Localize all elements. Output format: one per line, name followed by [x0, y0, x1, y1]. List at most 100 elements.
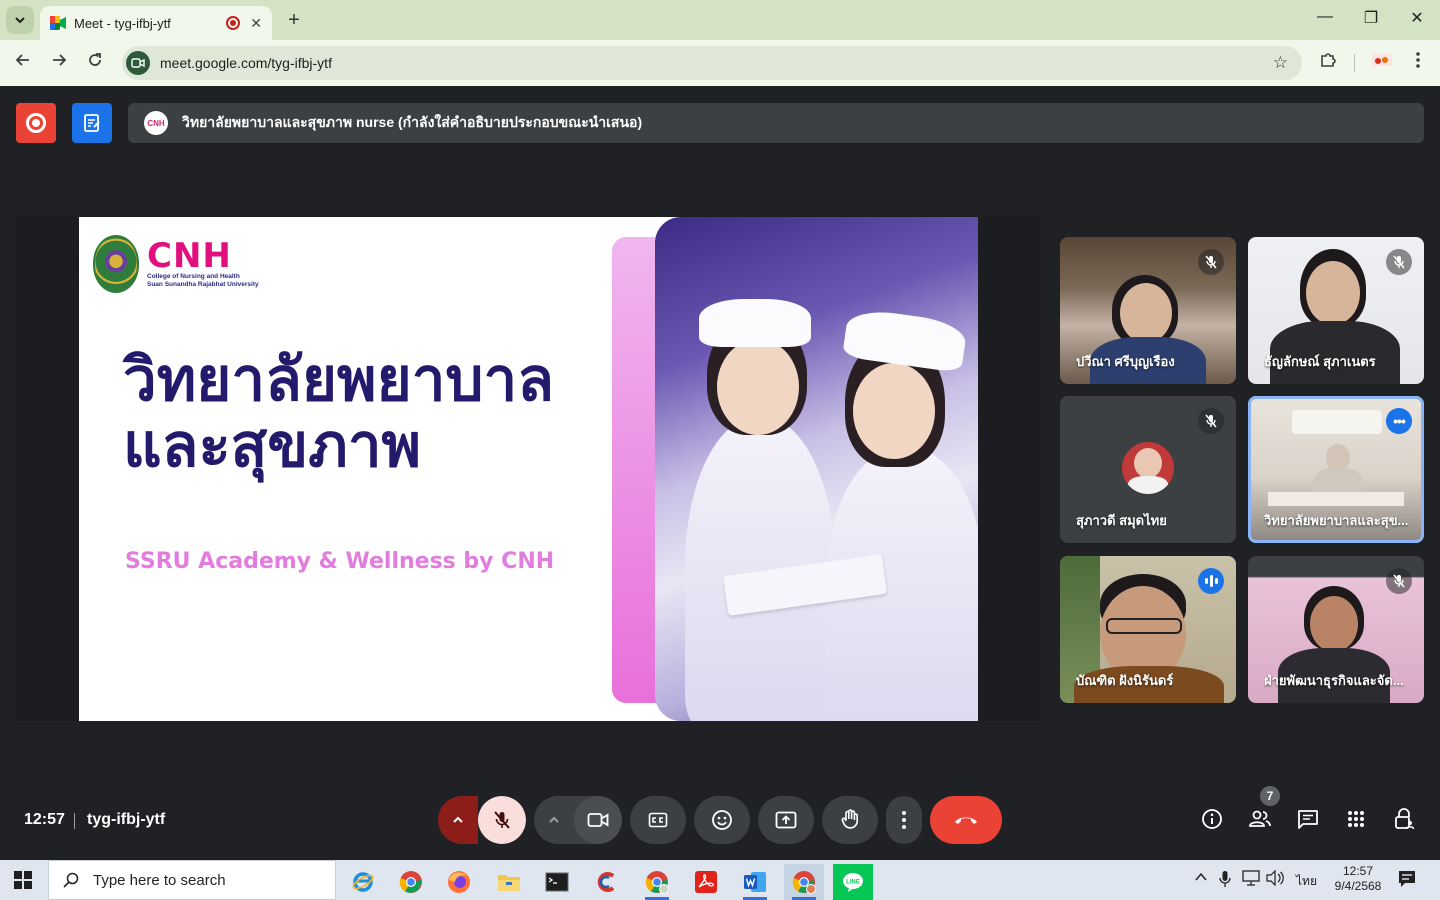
slide-subtitle: SSRU Academy & Wellness by CNH	[125, 549, 555, 574]
pdf-icon	[695, 871, 717, 893]
audio-options-button[interactable]	[438, 796, 478, 844]
participant-name: วิทยาลัยพยาบาลและสุข...	[1264, 513, 1409, 528]
participant-tile-3[interactable]: สุภาวดี สมุดไทย	[1060, 396, 1236, 543]
call-end-icon	[955, 817, 977, 824]
participant-head	[1306, 261, 1360, 325]
bookmark-star-icon[interactable]: ☆	[1273, 53, 1288, 73]
chat-icon	[1298, 810, 1318, 829]
action-center-button[interactable]	[1398, 870, 1416, 891]
taskbar-search[interactable]: Type here to search	[48, 860, 336, 900]
slide-title-line-2: และสุขภาพ	[123, 411, 422, 481]
taskbar-app-terminal[interactable]	[537, 864, 577, 900]
windows-logo-tile	[14, 881, 22, 889]
close-window-button[interactable]: ✕	[1402, 8, 1432, 28]
taskbar-app-firefox[interactable]	[439, 864, 479, 900]
windows-taskbar: Type here to search LINE ไทย 12:57 9/4/2…	[0, 860, 1440, 900]
avatar-face	[1134, 448, 1162, 478]
hand-icon	[841, 809, 858, 829]
tray-microphone[interactable]	[1219, 870, 1231, 891]
taskbar-app-file-explorer[interactable]	[489, 864, 529, 900]
back-button[interactable]	[12, 52, 34, 74]
profile-avatar[interactable]	[1370, 51, 1394, 75]
participant-count-badge: 7	[1260, 786, 1280, 806]
forward-button[interactable]	[48, 52, 70, 74]
participant-tile-4[interactable]: ••• วิทยาลัยพยาบาลและสุข...	[1248, 396, 1424, 543]
present-to-all-icon	[775, 811, 797, 829]
browser-menu-button[interactable]	[1406, 51, 1430, 75]
activities-button[interactable]	[1343, 806, 1369, 832]
taskbar-search-placeholder: Type here to search	[93, 871, 226, 889]
participant-name: สุภาวดี สมุดไทย	[1076, 513, 1167, 528]
chat-button[interactable]	[1295, 806, 1321, 832]
participant-name: ปวีณา ศรีบุญเรือง	[1076, 354, 1175, 369]
taskbar-app-chrome-3[interactable]	[784, 864, 824, 900]
chrome-icon	[792, 871, 816, 894]
chevron-up-icon	[453, 816, 463, 823]
participant-tile-1[interactable]: ปวีณา ศรีบุญเรือง	[1060, 237, 1236, 384]
internet-explorer-icon	[352, 872, 374, 892]
people-icon	[1249, 810, 1271, 827]
browser-tab-meet[interactable]: Meet - tyg-ifbj-ytf ✕	[40, 6, 272, 40]
microphone-toggle-button[interactable]	[478, 796, 526, 844]
participant-tile-2[interactable]: ธัญลักษณ์ สุภาเนตร	[1248, 237, 1424, 384]
taskbar-app-chrome-2[interactable]	[637, 864, 677, 900]
cnh-logo: CNH College of Nursing and Health Suan S…	[93, 235, 259, 293]
nurse-left-face	[717, 339, 799, 435]
video-options-button[interactable]	[534, 796, 574, 844]
participant-name: ฝ่ายพัฒนาธุรกิจและจัด...	[1264, 673, 1404, 688]
reload-button[interactable]	[84, 52, 106, 74]
tab-search-button[interactable]	[6, 6, 34, 34]
svg-text:LINE: LINE	[846, 880, 860, 886]
site-info-icon[interactable]	[126, 51, 150, 75]
taskbar-app-acrobat[interactable]	[686, 864, 726, 900]
taskbar-app-ccleaner[interactable]	[587, 864, 627, 900]
new-tab-button[interactable]: +	[282, 8, 306, 32]
captions-button[interactable]	[630, 796, 686, 844]
tray-clock[interactable]: 12:57 9/4/2568	[1330, 864, 1386, 894]
mic-off-icon	[1198, 249, 1224, 275]
recording-button[interactable]	[16, 103, 56, 143]
windows-start-button[interactable]	[14, 871, 32, 889]
taskbar-app-word[interactable]	[735, 864, 775, 900]
show-hidden-icons-button[interactable]	[1194, 870, 1208, 887]
puzzle-icon	[1321, 53, 1336, 67]
notification-icon	[1399, 871, 1415, 887]
slide-title-line-1: วิทยาลัยพยาบาล	[123, 345, 554, 415]
raise-hand-button[interactable]	[822, 796, 878, 844]
host-controls-button[interactable]	[1391, 806, 1417, 832]
tab-close-button[interactable]: ✕	[250, 15, 262, 32]
meeting-details-button[interactable]	[1199, 806, 1225, 832]
search-icon	[63, 872, 79, 888]
tab-title: Meet - tyg-ifbj-ytf	[74, 15, 171, 31]
reactions-button[interactable]	[694, 796, 750, 844]
leave-call-button[interactable]	[930, 796, 1002, 844]
participant-tile-6[interactable]: ฝ่ายพัฒนาธุรกิจและจัด...	[1248, 556, 1424, 703]
minimize-button[interactable]: —	[1310, 8, 1340, 26]
more-vert-icon	[1416, 52, 1420, 68]
camera-control-group	[534, 796, 622, 844]
meeting-code: tyg-ifbj-ytf	[87, 811, 166, 828]
extensions-button[interactable]	[1316, 51, 1340, 75]
logo-line-1: College of Nursing and Health	[147, 273, 240, 280]
more-options-button[interactable]	[886, 796, 922, 844]
participant-tile-5[interactable]: บัณฑิต ฝังนิรันดร์	[1060, 556, 1236, 703]
notes-button[interactable]	[72, 103, 112, 143]
people-button[interactable]	[1247, 806, 1273, 832]
present-screen-button[interactable]	[758, 796, 814, 844]
videocam-icon	[587, 813, 609, 827]
emoji-icon	[712, 810, 732, 830]
tray-volume[interactable]	[1266, 869, 1284, 889]
logo-line-2: Suan Sunandha Rajabhat University	[147, 281, 259, 288]
tray-language[interactable]: ไทย	[1296, 872, 1317, 891]
more-options-button[interactable]: •••	[1386, 408, 1412, 434]
maximize-button[interactable]: ❐	[1356, 8, 1386, 28]
taskbar-app-chrome-1[interactable]	[391, 864, 431, 900]
taskbar-app-ie[interactable]	[343, 864, 383, 900]
reload-icon	[89, 53, 101, 66]
taskbar-app-line[interactable]: LINE	[833, 864, 873, 900]
presentation-stage[interactable]: CNH College of Nursing and Health Suan S…	[16, 216, 1040, 721]
address-bar[interactable]: meet.google.com/tyg-ifbj-ytf ☆	[122, 46, 1302, 80]
url-text: meet.google.com/tyg-ifbj-ytf	[160, 55, 332, 71]
camera-toggle-button[interactable]	[574, 796, 622, 844]
tray-network[interactable]	[1241, 870, 1261, 889]
